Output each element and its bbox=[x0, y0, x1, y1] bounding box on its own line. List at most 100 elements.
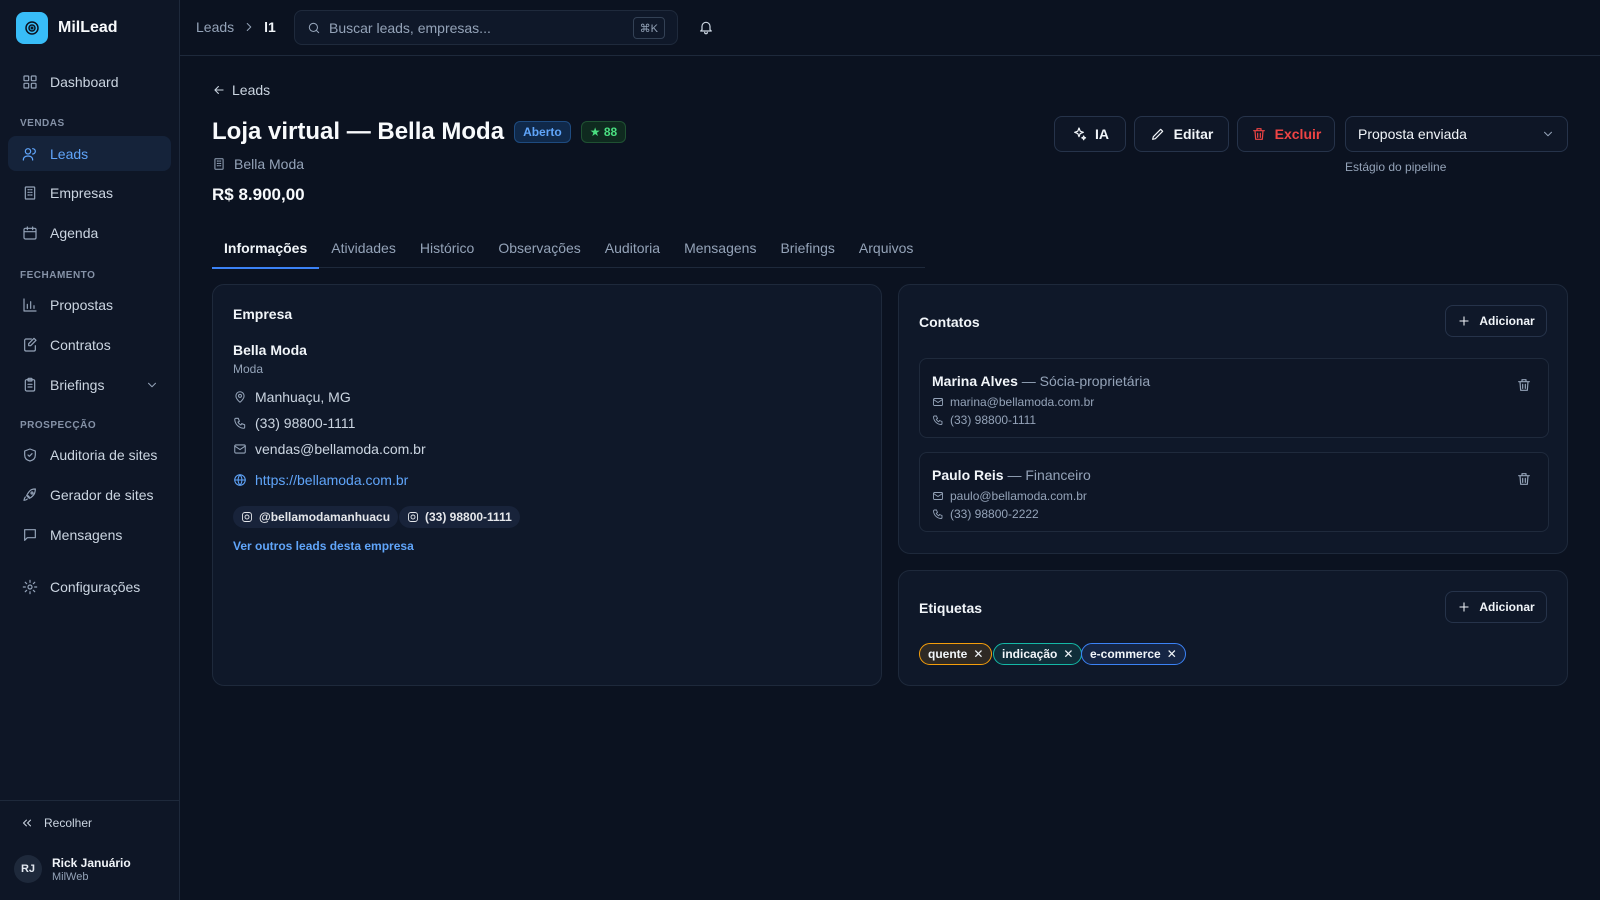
add-tag-button[interactable]: Adicionar bbox=[1445, 591, 1547, 623]
pipeline-stage-select[interactable]: Proposta enviada bbox=[1345, 116, 1568, 152]
chevron-down-icon bbox=[147, 382, 157, 387]
delete-label: Excluir bbox=[1274, 126, 1322, 142]
mail-icon bbox=[933, 398, 943, 406]
tab-observacoes[interactable]: Observações bbox=[486, 236, 592, 268]
company-email-text: vendas@bellamoda.com.br bbox=[255, 441, 426, 457]
contact-phone: (33) 98800-1111 bbox=[932, 413, 1036, 427]
tag-label: indicação bbox=[1002, 647, 1058, 661]
tag-chip: indicação ✕ bbox=[993, 643, 1083, 665]
other-leads-link[interactable]: Ver outros leads desta empresa bbox=[233, 539, 414, 553]
calendar-icon bbox=[23, 225, 37, 240]
mail-icon bbox=[933, 492, 943, 500]
brand[interactable]: MilLead bbox=[16, 12, 118, 44]
sidebar-item-mensagens[interactable]: Mensagens bbox=[8, 517, 171, 552]
sidebar-item-label: Briefings bbox=[50, 376, 105, 393]
edit-button[interactable]: Editar bbox=[1134, 116, 1229, 152]
user-menu[interactable]: RJ Rick Januário MilWeb bbox=[14, 855, 131, 883]
trash-icon bbox=[1252, 128, 1265, 140]
instagram-pill[interactable]: @bellamodamanhuacu bbox=[233, 506, 399, 528]
chevron-right-icon bbox=[246, 22, 252, 32]
sidebar-section-vendas: VENDAS bbox=[20, 118, 65, 129]
sidebar-item-label: Configurações bbox=[50, 578, 141, 595]
sidebar-item-contratos[interactable]: Contratos bbox=[8, 327, 171, 362]
tab-briefings[interactable]: Briefings bbox=[768, 236, 846, 268]
delete-button[interactable]: Excluir bbox=[1237, 116, 1335, 152]
company-phone-text: (33) 98800-1111 bbox=[255, 415, 356, 431]
file-edit-icon bbox=[24, 337, 37, 352]
company-phone: (33) 98800-1111 bbox=[233, 415, 355, 431]
message-icon bbox=[24, 528, 36, 541]
rocket-icon bbox=[23, 487, 36, 501]
sidebar-item-leads[interactable]: Leads bbox=[8, 136, 171, 171]
search-shortcut: ⌘K bbox=[632, 17, 665, 39]
sidebar-item-empresas[interactable]: Empresas bbox=[8, 175, 171, 210]
grid-icon bbox=[23, 74, 37, 89]
remove-tag-icon[interactable]: ✕ bbox=[1063, 647, 1073, 661]
company-website: https://bellamoda.com.br bbox=[233, 472, 408, 488]
contact-email-text: paulo@bellamoda.com.br bbox=[950, 489, 1087, 503]
users-icon bbox=[22, 147, 36, 161]
remove-tag-icon[interactable]: ✕ bbox=[1167, 647, 1177, 661]
whatsapp-pill[interactable]: (33) 98800-1111 bbox=[399, 506, 520, 528]
contacts-card: Contatos Adicionar Marina Alves — Sócia-… bbox=[898, 284, 1568, 554]
tab-historico[interactable]: Histórico bbox=[408, 236, 486, 268]
phone-icon bbox=[933, 415, 943, 425]
sidebar-item-briefings[interactable]: Briefings bbox=[8, 367, 171, 402]
tag-label: quente bbox=[928, 647, 968, 661]
collapse-sidebar-button[interactable]: Recolher bbox=[20, 816, 92, 830]
app-name: MilLead bbox=[58, 19, 118, 36]
tab-auditoria[interactable]: Auditoria bbox=[593, 236, 672, 268]
contact-card: Paulo Reis — Financeiro paulo@bellamoda.… bbox=[919, 452, 1549, 532]
avatar: RJ bbox=[14, 855, 42, 883]
search-input[interactable] bbox=[329, 19, 619, 36]
add-contact-button[interactable]: Adicionar bbox=[1445, 305, 1547, 337]
ai-button[interactable]: IA bbox=[1054, 116, 1126, 152]
contact-card: Marina Alves — Sócia-proprietária marina… bbox=[919, 358, 1549, 438]
clipboard-icon bbox=[24, 377, 36, 392]
tags-card: Etiquetas Adicionar quente ✕ indicação ✕… bbox=[898, 570, 1568, 686]
sidebar-item-agenda[interactable]: Agenda bbox=[8, 215, 171, 250]
remove-tag-icon[interactable]: ✕ bbox=[973, 647, 983, 661]
tab-mensagens[interactable]: Mensagens bbox=[672, 236, 768, 268]
arrow-left-icon bbox=[214, 85, 224, 95]
tag-label: e-commerce bbox=[1090, 647, 1161, 661]
company-website-link[interactable]: https://bellamoda.com.br bbox=[255, 472, 408, 488]
contact-email: paulo@bellamoda.com.br bbox=[932, 489, 1087, 503]
contact-phone: (33) 98800-2222 bbox=[932, 507, 1039, 521]
pipeline-stage-value: Proposta enviada bbox=[1358, 126, 1467, 142]
sidebar-item-propostas[interactable]: Propostas bbox=[8, 287, 171, 322]
sidebar-section-prospeccao: PROSPECÇÃO bbox=[20, 420, 97, 431]
lead-company-name: Bella Moda bbox=[234, 156, 305, 172]
contact-header: Marina Alves — Sócia-proprietária bbox=[932, 373, 1150, 389]
company-card-title: Empresa bbox=[233, 306, 293, 322]
sidebar: MilLead Dashboard VENDAS Leads Empresas … bbox=[0, 0, 180, 900]
sidebar-item-configuracoes[interactable]: Configurações bbox=[8, 569, 171, 604]
notifications-button[interactable] bbox=[698, 19, 714, 35]
lead-company: Bella Moda bbox=[212, 156, 304, 172]
sidebar-item-auditoria[interactable]: Auditoria de sites bbox=[8, 437, 171, 472]
delete-contact-button[interactable] bbox=[1516, 377, 1532, 393]
sidebar-item-dashboard[interactable]: Dashboard bbox=[8, 64, 171, 99]
search-icon bbox=[308, 22, 320, 33]
tab-atividades[interactable]: Atividades bbox=[319, 236, 408, 268]
edit-label: Editar bbox=[1173, 126, 1214, 142]
add-tag-label: Adicionar bbox=[1479, 600, 1535, 614]
sidebar-item-label: Contratos bbox=[50, 336, 111, 353]
sidebar-item-gerador[interactable]: Gerador de sites bbox=[8, 477, 171, 512]
breadcrumb-leads[interactable]: Leads bbox=[196, 19, 234, 35]
whatsapp-number: (33) 98800-1111 bbox=[425, 510, 512, 524]
pencil-icon bbox=[1151, 128, 1163, 140]
ai-label: IA bbox=[1095, 126, 1109, 142]
tab-informacoes[interactable]: Informações bbox=[212, 236, 320, 269]
trash-icon bbox=[1518, 379, 1530, 391]
contact-role: — Sócia-proprietária bbox=[1021, 373, 1151, 389]
tag-chip: e-commerce ✕ bbox=[1081, 643, 1186, 665]
delete-contact-button[interactable] bbox=[1516, 471, 1532, 487]
company-location: Manhuaçu, MG bbox=[233, 389, 351, 405]
search-bar[interactable]: ⌘K bbox=[294, 10, 678, 45]
phone-icon bbox=[933, 509, 943, 519]
tab-arquivos[interactable]: Arquivos bbox=[847, 236, 925, 268]
instagram-icon bbox=[408, 512, 418, 522]
back-to-leads-link[interactable]: Leads bbox=[212, 82, 270, 98]
plus-icon bbox=[1459, 602, 1469, 612]
